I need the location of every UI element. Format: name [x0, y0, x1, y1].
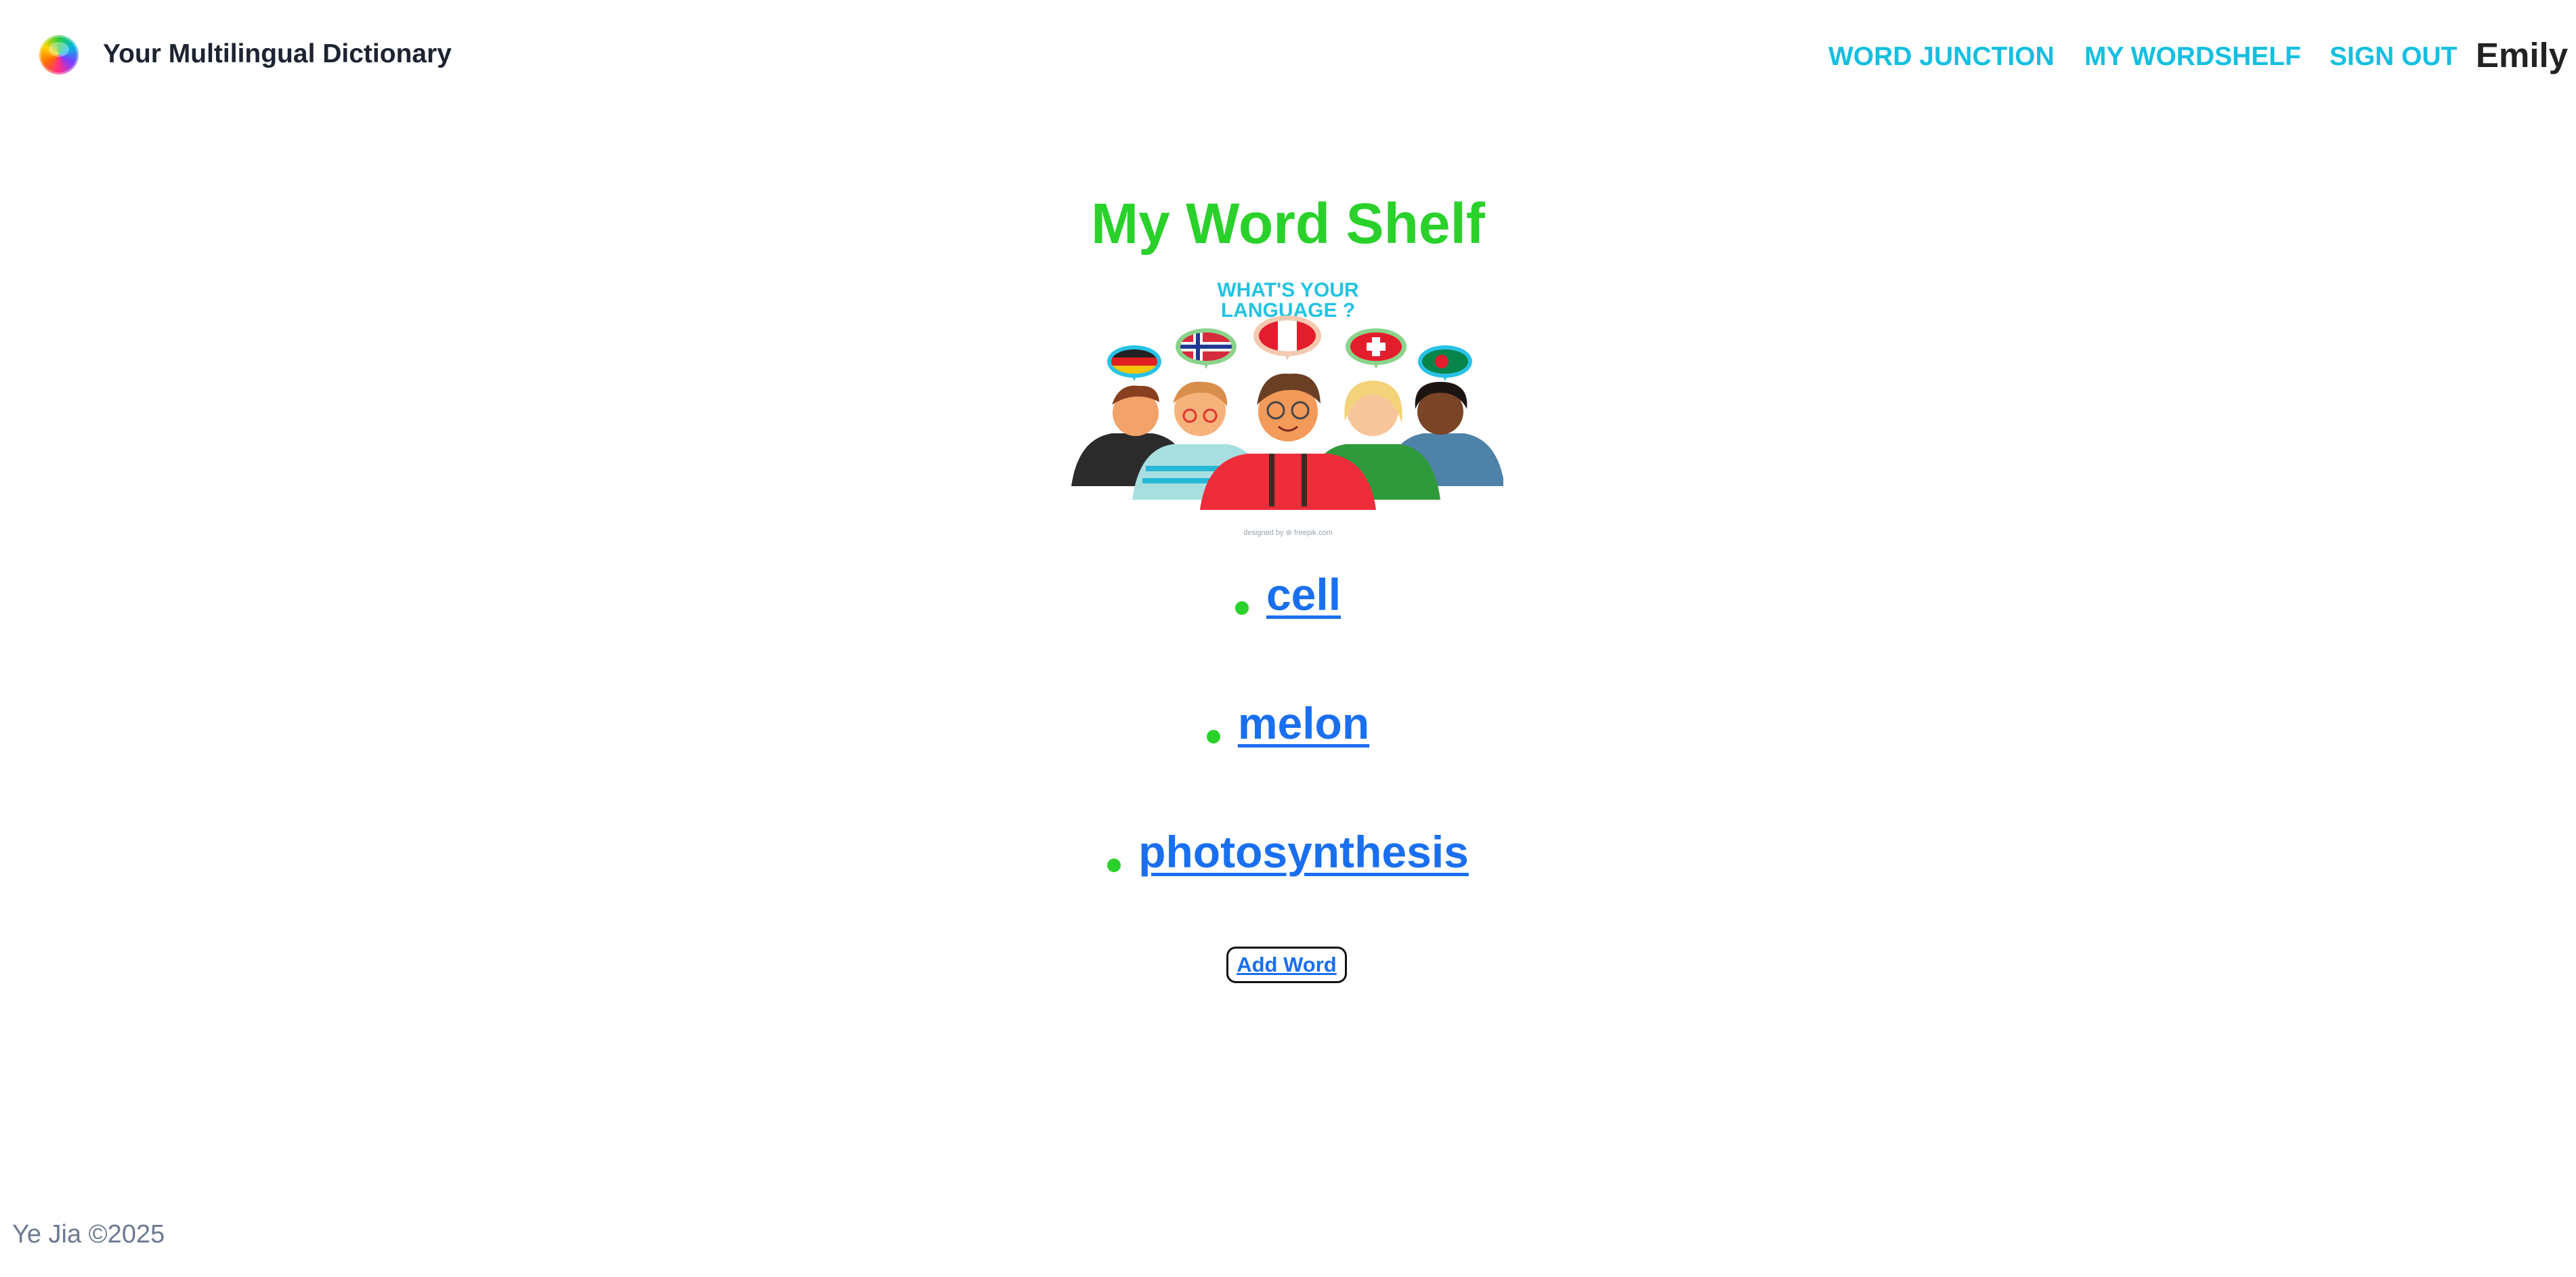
swiss-flag-bubble-icon	[1346, 328, 1407, 369]
word-list: cell melon photosynthesis	[0, 569, 2576, 955]
word-link-photosynthesis[interactable]: photosynthesis	[1138, 826, 1469, 878]
page: Your Multilingual Dictionary WORD JUNCTI…	[0, 0, 2576, 1277]
username: Emily	[2476, 36, 2569, 74]
illustration-credit: designed by ⊛ freepik.com	[1243, 529, 1333, 537]
german-flag-bubble-icon	[1107, 345, 1161, 381]
nav-my-wordshelf[interactable]: MY WORDSHELF	[2084, 42, 2301, 72]
person-figures	[1071, 373, 1503, 510]
page-title: My Word Shelf	[1091, 192, 1485, 255]
green-dot-icon	[1107, 859, 1121, 872]
word-link-cell[interactable]: cell	[1266, 569, 1341, 620]
add-word-button[interactable]: Add Word	[1226, 947, 1347, 983]
list-item: cell	[0, 569, 2576, 697]
nav-word-junction[interactable]: WORD JUNCTION	[1828, 42, 2055, 72]
peru-flag-bubble-icon	[1253, 316, 1321, 360]
green-dot-icon	[1206, 730, 1220, 743]
footer-copyright: Ye Jia ©2025	[12, 1220, 165, 1249]
top-nav-bar: Your Multilingual Dictionary WORD JUNCTI…	[0, 0, 2576, 115]
languages-illustration: WHAT'S YOUR LANGUAGE ? designed by ⊛ fre…	[1071, 279, 1503, 537]
green-dot-icon	[1235, 601, 1249, 615]
logo-highlight	[49, 42, 69, 57]
rainbow-globe-icon[interactable]	[39, 35, 79, 74]
illustration-heading-line1: WHAT'S YOUR	[1217, 279, 1359, 301]
nav-sign-out[interactable]: SIGN OUT	[2330, 42, 2457, 72]
word-link-melon[interactable]: melon	[1238, 697, 1369, 749]
list-item: photosynthesis	[0, 826, 2576, 955]
list-item: melon	[0, 697, 2576, 826]
norway-flag-bubble-icon	[1176, 328, 1237, 369]
bangladesh-flag-bubble-icon	[1418, 345, 1472, 381]
site-title[interactable]: Your Multilingual Dictionary	[103, 39, 452, 69]
